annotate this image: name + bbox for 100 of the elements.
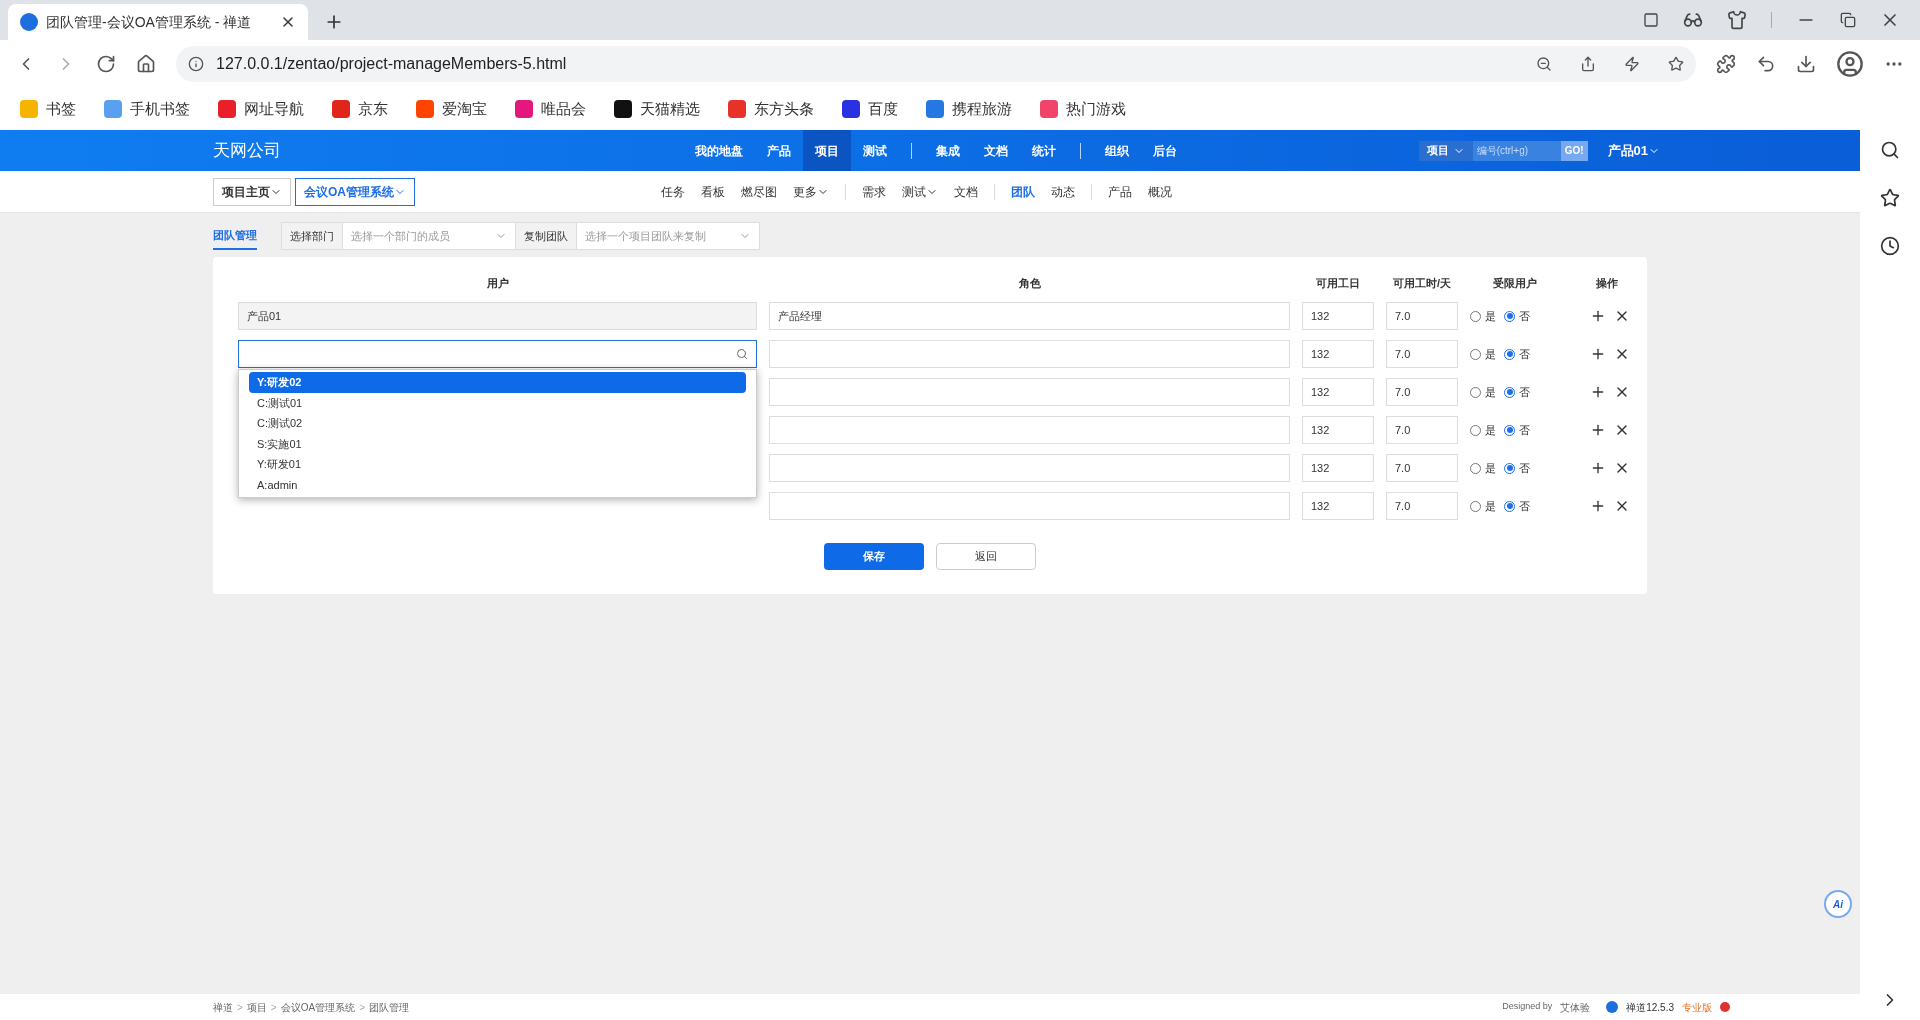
bookmark-link[interactable]: 京东 (332, 97, 388, 121)
bookmark-link[interactable]: 天猫精选 (614, 97, 700, 121)
radio-option[interactable]: 否 (1504, 421, 1530, 439)
home-icon[interactable] (136, 54, 156, 74)
dropdown-option[interactable]: Y:研发02 (249, 372, 746, 393)
breadcrumb-item[interactable]: 会议OA管理系统 (295, 177, 415, 206)
role-field[interactable] (769, 416, 1290, 444)
bookmark-link[interactable]: 携程旅游 (926, 97, 1012, 121)
subnav-tab[interactable]: 动态 (1043, 182, 1083, 201)
nav-tab[interactable]: 产品 (754, 130, 803, 171)
dropdown-option[interactable]: C:测试02 (249, 413, 746, 434)
bookmark-link[interactable]: 爱淘宝 (416, 97, 487, 121)
extensions-icon[interactable] (1716, 54, 1736, 74)
nav-tab[interactable]: 后台 (1140, 130, 1189, 171)
subnav-tab[interactable]: 团队 (1003, 182, 1043, 201)
bookmark-link[interactable]: 唯品会 (515, 97, 586, 121)
sidebar-history-icon[interactable] (1880, 236, 1900, 256)
subnav-tab[interactable]: 看板 (693, 182, 733, 201)
subnav-tab[interactable]: 任务 (653, 182, 693, 201)
add-row-icon[interactable] (1590, 384, 1606, 400)
incognito-icon[interactable] (1683, 10, 1703, 30)
subnav-tab[interactable]: 需求 (854, 182, 894, 201)
bookmark-link[interactable]: 热门游戏 (1040, 97, 1126, 121)
sidebar-favorites-icon[interactable] (1880, 188, 1900, 208)
bookmark-link[interactable]: 百度 (842, 97, 898, 121)
radio-option[interactable]: 是 (1470, 421, 1496, 439)
download-icon[interactable] (1796, 54, 1816, 74)
bookmark-link[interactable]: 书签 (20, 97, 76, 121)
dropdown-option[interactable]: C:测试01 (249, 392, 746, 413)
user-search-field[interactable] (238, 340, 757, 368)
hours-field[interactable]: 7.0 (1386, 454, 1458, 482)
id-search-field[interactable]: 编号(ctrl+g) (1472, 140, 1561, 161)
browser-tab[interactable]: 团队管理-会议OA管理系统 - 禅道 (8, 4, 308, 40)
radio-option[interactable]: 否 (1504, 459, 1530, 477)
footer-crumb[interactable]: 项目 (246, 999, 267, 1015)
address-field[interactable]: 127.0.0.1/zentao/project-manageMembers-5.html (176, 46, 1696, 82)
restore-icon[interactable] (1840, 12, 1856, 28)
nav-tab[interactable]: 统计 (1019, 130, 1068, 171)
days-field[interactable]: 132 (1302, 454, 1374, 482)
radio-option[interactable]: 否 (1504, 497, 1530, 515)
radio-option[interactable]: 否 (1504, 307, 1530, 325)
role-field[interactable] (769, 454, 1290, 482)
share-icon[interactable] (1580, 56, 1596, 72)
reload-icon[interactable] (96, 54, 116, 74)
role-field[interactable] (769, 378, 1290, 406)
subnav-tab[interactable]: 更多 (785, 182, 837, 201)
zoom-out-icon[interactable] (1536, 56, 1552, 72)
scope-select[interactable]: 项目 (1418, 140, 1473, 161)
dropdown-option[interactable]: S:实施01 (249, 433, 746, 454)
nav-tab[interactable]: 文档 (971, 130, 1020, 171)
radio-option[interactable]: 是 (1470, 383, 1496, 401)
designer-link[interactable]: 艾体验 (1560, 999, 1591, 1015)
hours-field[interactable]: 7.0 (1386, 492, 1458, 520)
nav-tab[interactable]: 测试 (850, 130, 899, 171)
hours-field[interactable]: 7.0 (1386, 378, 1458, 406)
breadcrumb-item[interactable]: 项目主页 (213, 177, 291, 206)
bookmark-link[interactable]: 网址导航 (218, 97, 304, 121)
role-field[interactable] (769, 340, 1290, 368)
footer-crumb[interactable]: 团队管理 (369, 999, 409, 1015)
role-field[interactable]: 产品经理 (769, 302, 1290, 330)
hours-field[interactable]: 7.0 (1386, 416, 1458, 444)
dropdown-option[interactable]: A:admin (249, 474, 746, 495)
add-row-icon[interactable] (1590, 346, 1606, 362)
subnav-tab[interactable]: 文档 (946, 182, 986, 201)
days-field[interactable]: 132 (1302, 492, 1374, 520)
days-field[interactable]: 132 (1302, 378, 1374, 406)
bookmark-link[interactable]: 东方头条 (728, 97, 814, 121)
bookmark-star-icon[interactable] (1668, 56, 1684, 72)
radio-option[interactable]: 是 (1470, 459, 1496, 477)
radio-option[interactable]: 否 (1504, 383, 1530, 401)
nav-tab[interactable]: 我的地盘 (682, 130, 755, 171)
radio-option[interactable]: 是 (1470, 307, 1496, 325)
sidebar-search-icon[interactable] (1880, 140, 1900, 160)
add-row-icon[interactable] (1590, 498, 1606, 514)
nav-tab[interactable]: 集成 (923, 130, 972, 171)
add-row-icon[interactable] (1590, 460, 1606, 476)
days-field[interactable]: 132 (1302, 340, 1374, 368)
subnav-tab[interactable]: 概况 (1140, 182, 1180, 201)
flash-icon[interactable] (1624, 56, 1640, 72)
subnav-tab[interactable]: 测试 (894, 182, 946, 201)
add-row-icon[interactable] (1590, 422, 1606, 438)
footer-crumb[interactable]: 会议OA管理系统 (280, 999, 356, 1015)
radio-option[interactable]: 是 (1470, 345, 1496, 363)
radio-option[interactable]: 是 (1470, 497, 1496, 515)
dropdown-option[interactable]: Y:研发01 (249, 454, 746, 475)
bookmark-link[interactable]: 手机书签 (104, 97, 190, 121)
hours-field[interactable]: 7.0 (1386, 302, 1458, 330)
subnav-tab[interactable]: 燃尽图 (733, 182, 785, 201)
save-button[interactable]: 保存 (824, 543, 924, 570)
add-row-icon[interactable] (1590, 308, 1606, 324)
user-menu[interactable]: 产品01 (1607, 140, 1660, 161)
footer-crumb[interactable]: 禅道 (213, 999, 233, 1015)
nav-tab[interactable]: 项目 (802, 130, 851, 171)
radio-option[interactable]: 否 (1504, 345, 1530, 363)
days-field[interactable]: 132 (1302, 302, 1374, 330)
role-field[interactable] (769, 492, 1290, 520)
version-link[interactable]: 禅道12.5.3 (1626, 999, 1674, 1015)
hours-field[interactable]: 7.0 (1386, 340, 1458, 368)
profile-icon[interactable] (1836, 50, 1864, 78)
nav-tab[interactable]: 组织 (1092, 130, 1141, 171)
